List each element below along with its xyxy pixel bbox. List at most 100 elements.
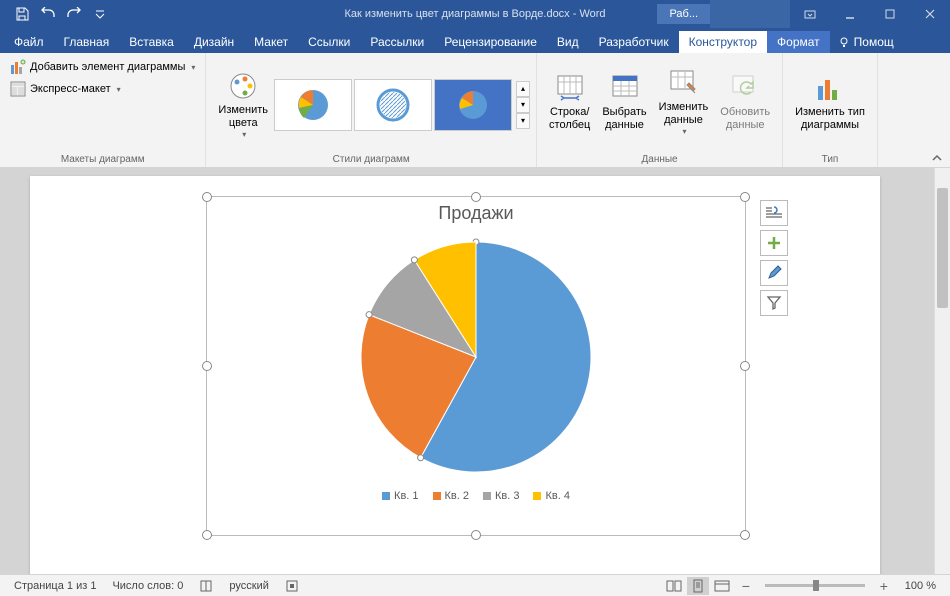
zoom-slider[interactable]	[765, 584, 865, 587]
legend-item[interactable]: Кв. 3	[483, 490, 519, 502]
chart-elements-button[interactable]	[760, 230, 788, 256]
ribbon-tabs: Файл Главная Вставка Дизайн Макет Ссылки…	[0, 28, 950, 53]
legend-item[interactable]: Кв. 4	[533, 490, 569, 502]
edit-data-button[interactable]: Изменить данные ▾	[653, 57, 715, 147]
group-chart-layouts: Добавить элемент диаграммы ▾ Экспресс-ма…	[0, 53, 206, 167]
vertical-scrollbar[interactable]	[934, 168, 950, 574]
selection-handle[interactable]	[740, 192, 750, 202]
legend-item[interactable]: Кв. 1	[382, 490, 418, 502]
tab-review[interactable]: Рецензирование	[434, 31, 547, 53]
zoom-slider-handle[interactable]	[813, 580, 819, 591]
selection-handle[interactable]	[740, 530, 750, 540]
tab-developer[interactable]: Разработчик	[589, 31, 679, 53]
document-title: Как изменить цвет диаграммы в Ворде.docx…	[344, 8, 605, 20]
chart-object[interactable]: Продажи Кв. 1Кв. 2Кв. 3Кв. 4	[206, 196, 746, 536]
tell-me-label: Помощ	[854, 35, 894, 49]
macro-button[interactable]	[277, 579, 307, 593]
group-label-data: Данные	[543, 152, 776, 165]
switch-row-column-button[interactable]: Строка/ столбец	[543, 57, 596, 147]
tab-design[interactable]: Дизайн	[184, 31, 244, 53]
qat-customize-button[interactable]	[88, 2, 112, 26]
group-label-type: Тип	[789, 152, 871, 165]
chart-tools-label: Раб...	[657, 4, 710, 24]
tell-me-button[interactable]: Помощ	[830, 31, 902, 53]
chevron-down-icon: ▾	[191, 63, 195, 72]
quick-access-toolbar	[0, 2, 112, 26]
quick-layout-button[interactable]: Экспресс-макет ▾	[6, 79, 199, 99]
legend-item[interactable]: Кв. 2	[433, 490, 469, 502]
account-area[interactable]	[710, 0, 790, 28]
tab-layout[interactable]: Макет	[244, 31, 298, 53]
tab-references[interactable]: Ссылки	[298, 31, 360, 53]
selection-handle[interactable]	[202, 192, 212, 202]
chart-style-3[interactable]	[434, 79, 512, 131]
undo-button[interactable]	[36, 2, 60, 26]
tab-chart-format[interactable]: Формат	[767, 31, 830, 53]
collapse-ribbon-button[interactable]	[928, 151, 946, 165]
tab-insert[interactable]: Вставка	[119, 31, 184, 53]
selection-handle[interactable]	[471, 192, 481, 202]
change-colors-button[interactable]: Изменить цвета ▾	[212, 60, 274, 150]
funnel-icon	[766, 295, 782, 311]
tab-file[interactable]: Файл	[4, 31, 54, 53]
tab-chart-design[interactable]: Конструктор	[679, 31, 767, 53]
web-layout-button[interactable]	[711, 577, 733, 595]
language-indicator[interactable]: русский	[221, 580, 276, 592]
minimize-button[interactable]	[830, 0, 870, 28]
tab-mailings[interactable]: Рассылки	[360, 31, 434, 53]
group-label-layouts: Макеты диаграмм	[6, 152, 199, 165]
gallery-expand[interactable]: ▾	[516, 113, 530, 129]
select-data-button[interactable]: Выбрать данные	[596, 57, 652, 147]
gallery-scroll-down[interactable]: ▾	[516, 97, 530, 113]
switch-rc-icon	[554, 72, 586, 104]
group-chart-styles: Изменить цвета ▾ ▴ ▾ ▾ Стили диаграмм	[206, 53, 537, 167]
redo-button[interactable]	[62, 2, 86, 26]
chart-filters-button[interactable]	[760, 290, 788, 316]
selection-handle[interactable]	[471, 530, 481, 540]
read-mode-button[interactable]	[663, 577, 685, 595]
change-type-icon	[814, 72, 846, 104]
group-data: Строка/ столбец Выбрать данные Изменить …	[537, 53, 783, 167]
selection-handle[interactable]	[740, 361, 750, 371]
close-button[interactable]	[910, 0, 950, 28]
chart-legend[interactable]: Кв. 1 Кв. 2 Кв. 3 Кв. 4	[207, 490, 745, 502]
legend-swatch	[382, 492, 390, 500]
tab-home[interactable]: Главная	[54, 31, 120, 53]
spellcheck-button[interactable]	[191, 579, 221, 593]
page: Продажи Кв. 1Кв. 2Кв. 3Кв. 4	[30, 176, 880, 574]
layout-options-button[interactable]	[760, 200, 788, 226]
select-data-icon	[609, 72, 641, 104]
add-chart-element-button[interactable]: Добавить элемент диаграммы ▾	[6, 57, 199, 77]
chevron-down-icon: ▾	[242, 130, 246, 140]
legend-label: Кв. 3	[495, 490, 519, 502]
word-count[interactable]: Число слов: 0	[104, 580, 191, 592]
refresh-data-button[interactable]: Обновить данные	[714, 57, 776, 147]
chart-style-1[interactable]	[274, 79, 352, 131]
zoom-out-button[interactable]: −	[735, 577, 757, 595]
save-button[interactable]	[10, 2, 34, 26]
gallery-scroll-up[interactable]: ▴	[516, 81, 530, 97]
scrollbar-thumb[interactable]	[937, 188, 948, 308]
zoom-in-button[interactable]: +	[873, 577, 895, 595]
pie-chart[interactable]	[207, 232, 745, 482]
chart-floating-buttons	[760, 200, 788, 316]
legend-label: Кв. 4	[545, 490, 569, 502]
chevron-down-icon: ▾	[117, 85, 121, 94]
print-layout-button[interactable]	[687, 577, 709, 595]
selection-handle[interactable]	[202, 361, 212, 371]
zoom-level[interactable]: 100 %	[897, 580, 944, 592]
title-bar: Как изменить цвет диаграммы в Ворде.docx…	[0, 0, 950, 28]
page-indicator[interactable]: Страница 1 из 1	[6, 580, 104, 592]
document-canvas[interactable]: Продажи Кв. 1Кв. 2Кв. 3Кв. 4	[0, 168, 934, 574]
chart-styles-button[interactable]	[760, 260, 788, 286]
selection-handle[interactable]	[202, 530, 212, 540]
chart-style-2[interactable]	[354, 79, 432, 131]
legend-label: Кв. 2	[445, 490, 469, 502]
maximize-button[interactable]	[870, 0, 910, 28]
ribbon-display-button[interactable]	[790, 0, 830, 28]
change-chart-type-button[interactable]: Изменить тип диаграммы	[789, 57, 871, 147]
ribbon: Добавить элемент диаграммы ▾ Экспресс-ма…	[0, 53, 950, 168]
legend-swatch	[533, 492, 541, 500]
legend-label: Кв. 1	[394, 490, 418, 502]
tab-view[interactable]: Вид	[547, 31, 589, 53]
